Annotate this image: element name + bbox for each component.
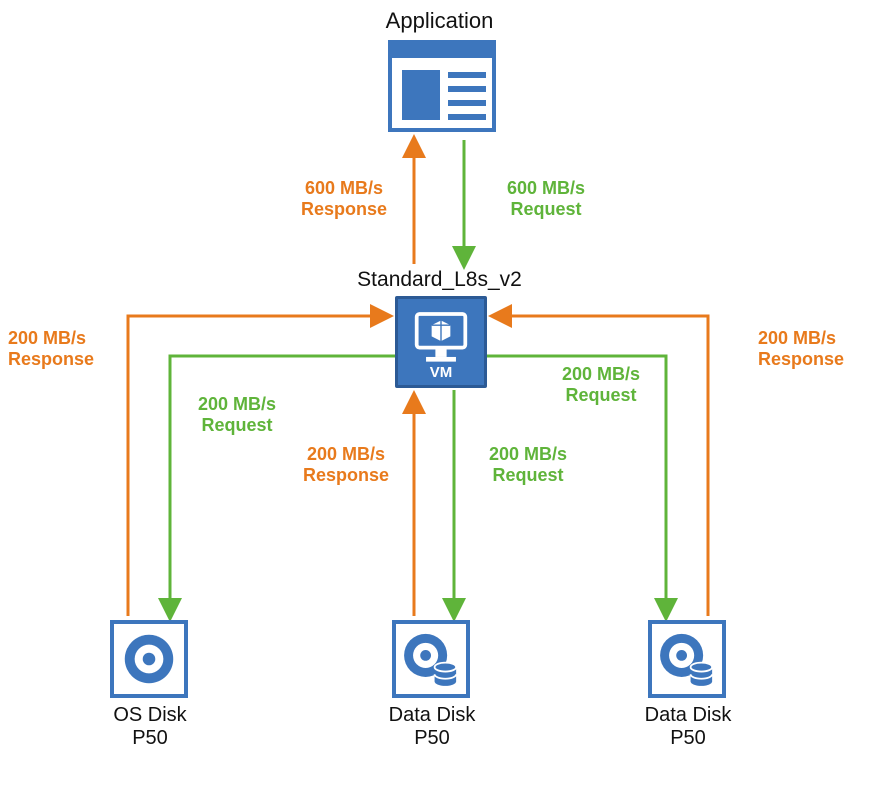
os-disk-icon	[110, 620, 188, 698]
data-disk-mid-icon	[392, 620, 470, 698]
data-disk-right-label: Data Disk P50	[628, 704, 748, 750]
data-disk-mid-label: Data Disk P50	[372, 704, 492, 750]
mid-response-label: 200 MB/s Response	[286, 444, 406, 485]
vm-right-request-label: 200 MB/s Request	[546, 364, 656, 405]
vm-title: Standard_L8s_v2	[0, 268, 879, 292]
vm-mid-request-label: 200 MB/s Request	[468, 444, 588, 485]
app-request-label: 600 MB/s Request	[486, 178, 606, 219]
vm-os-request-label: 200 MB/s Request	[182, 394, 292, 435]
os-response-label: 200 MB/s Response	[8, 328, 118, 369]
os-disk-label: OS Disk P50	[90, 704, 210, 750]
data-disk-right-icon	[648, 620, 726, 698]
app-response-label: 600 MB/s Response	[284, 178, 404, 219]
vm-icon: VM	[395, 296, 487, 388]
right-response-label: 200 MB/s Response	[758, 328, 868, 369]
application-title: Application	[0, 8, 879, 33]
vm-caption: VM	[398, 364, 484, 381]
application-icon	[388, 40, 496, 132]
